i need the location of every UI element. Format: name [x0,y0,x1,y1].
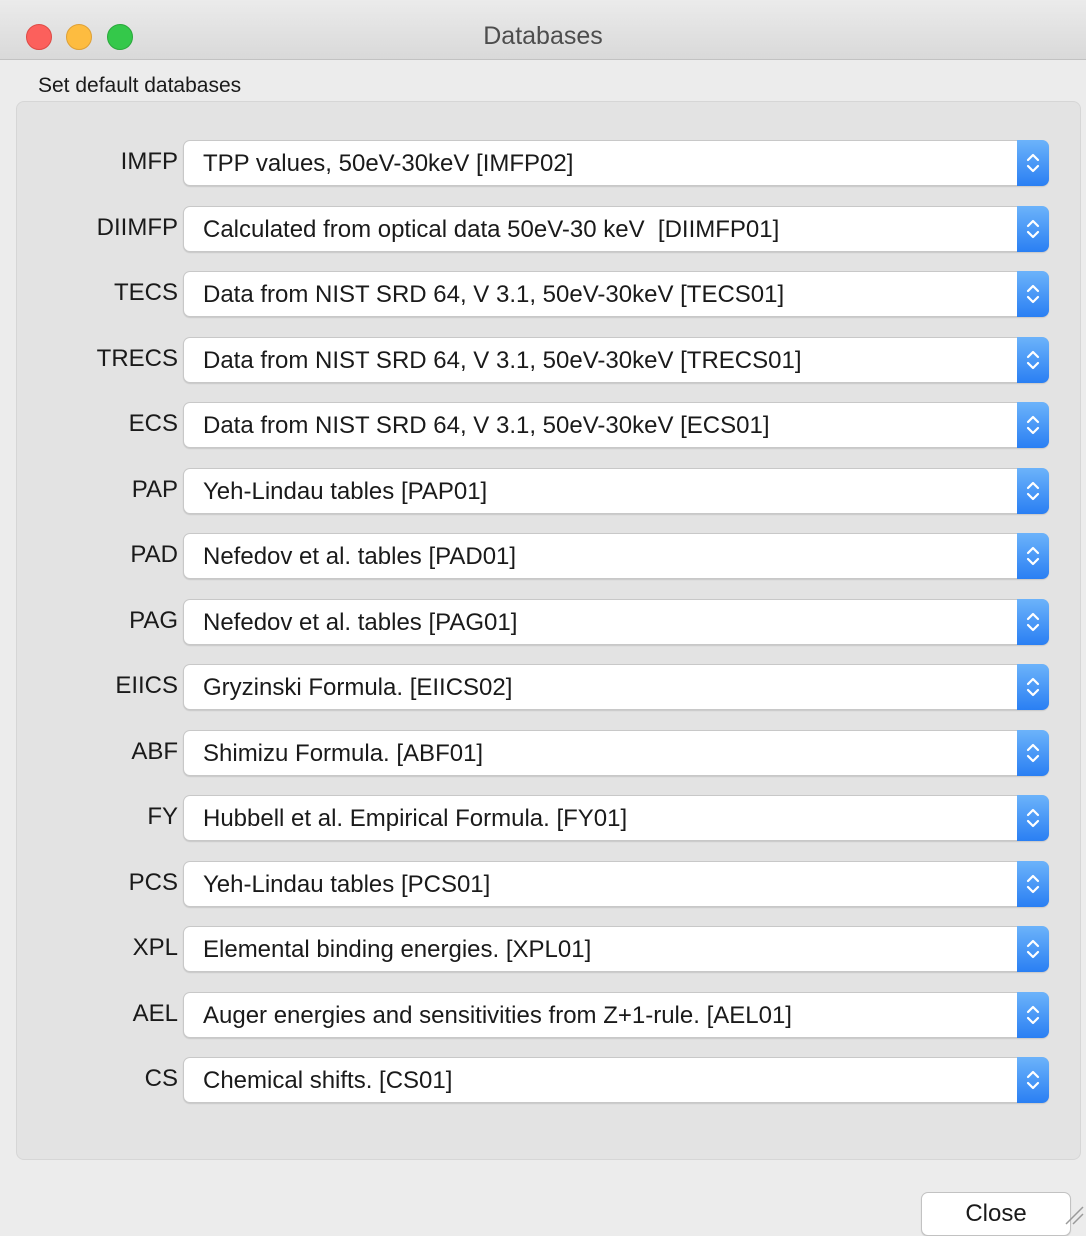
database-select[interactable]: Data from NIST SRD 64, V 3.1, 50eV-30keV… [183,402,1049,448]
database-label: IMFP [120,148,178,175]
title-bar[interactable]: Databases [0,0,1086,60]
updown-chevron-icon[interactable] [1017,337,1049,383]
database-row: ABF Shimizu Formula. [ABF01] [17,730,1082,778]
database-select-value: TPP values, 50eV-30keV [IMFP02] [203,150,574,177]
database-select-value: Data from NIST SRD 64, V 3.1, 50eV-30keV… [203,281,785,308]
database-select-value: Data from NIST SRD 64, V 3.1, 50eV-30keV… [203,412,770,439]
database-row: TRECS Data from NIST SRD 64, V 3.1, 50eV-… [17,337,1082,385]
database-row: PAG Nefedov et al. tables [PAG01] [17,599,1082,647]
database-row: FY Hubbell et al. Empirical Formula. [FY0… [17,795,1082,843]
database-label: ABF [131,738,178,765]
database-row: EIICS Gryzinski Formula. [EIICS02] [17,664,1082,712]
database-select[interactable]: Data from NIST SRD 64, V 3.1, 50eV-30keV… [183,337,1049,383]
database-select[interactable]: Auger energies and sensitivities from Z+… [183,992,1049,1038]
database-label: TRECS [96,345,178,372]
database-select[interactable]: TPP values, 50eV-30keV [IMFP02] [183,140,1049,186]
database-label: AEL [132,1000,178,1027]
database-label: EIICS [115,672,178,699]
updown-chevron-icon[interactable] [1017,402,1049,448]
database-label: ECS [128,410,178,437]
database-select-value: Nefedov et al. tables [PAG01] [203,609,518,636]
updown-chevron-icon[interactable] [1017,730,1049,776]
database-label: DIIMFP [96,214,178,241]
database-select-value: Data from NIST SRD 64, V 3.1, 50eV-30keV… [203,347,802,374]
updown-chevron-icon[interactable] [1017,140,1049,186]
updown-chevron-icon[interactable] [1017,271,1049,317]
database-select-value: Gryzinski Formula. [EIICS02] [203,674,513,701]
database-select-value: Elemental binding energies. [XPL01] [203,936,592,963]
database-select[interactable]: Data from NIST SRD 64, V 3.1, 50eV-30keV… [183,271,1049,317]
updown-chevron-icon[interactable] [1017,664,1049,710]
database-select-value: Yeh-Lindau tables [PCS01] [203,871,491,898]
database-label: PCS [128,869,178,896]
database-label: TECS [113,279,178,306]
database-row: DIIMFP Calculated from optical data 50eV-… [17,206,1082,254]
database-select[interactable]: Shimizu Formula. [ABF01] [183,730,1049,776]
updown-chevron-icon[interactable] [1017,599,1049,645]
database-select-value: Hubbell et al. Empirical Formula. [FY01] [203,805,628,832]
database-label: PAG [129,607,178,634]
database-select[interactable]: Yeh-Lindau tables [PAP01] [183,468,1049,514]
database-row: CS Chemical shifts. [CS01] [17,1057,1082,1105]
database-select[interactable]: Yeh-Lindau tables [PCS01] [183,861,1049,907]
updown-chevron-icon[interactable] [1017,1057,1049,1103]
database-row: PAD Nefedov et al. tables [PAD01] [17,533,1082,581]
updown-chevron-icon[interactable] [1017,992,1049,1038]
database-select[interactable]: Nefedov et al. tables [PAG01] [183,599,1049,645]
database-select-value: Shimizu Formula. [ABF01] [203,740,484,767]
database-row: PAP Yeh-Lindau tables [PAP01] [17,468,1082,516]
database-row: AEL Auger energies and sensitivities from… [17,992,1082,1040]
database-select-value: Auger energies and sensitivities from Z+… [203,1002,792,1029]
database-select-value: Yeh-Lindau tables [PAP01] [203,478,488,505]
database-row: PCS Yeh-Lindau tables [PCS01] [17,861,1082,909]
close-button[interactable]: Close [921,1192,1071,1236]
updown-chevron-icon[interactable] [1017,206,1049,252]
database-select[interactable]: Calculated from optical data 50eV-30 keV… [183,206,1049,252]
updown-chevron-icon[interactable] [1017,468,1049,514]
database-select-value: Chemical shifts. [CS01] [203,1067,453,1094]
database-row: IMFP TPP values, 50eV-30keV [IMFP02] [17,140,1082,188]
database-label: PAP [131,476,178,503]
database-select-value: Calculated from optical data 50eV-30 keV… [203,216,780,243]
updown-chevron-icon[interactable] [1017,533,1049,579]
updown-chevron-icon[interactable] [1017,795,1049,841]
database-label: FY [147,803,178,830]
database-row: TECS Data from NIST SRD 64, V 3.1, 50eV-3… [17,271,1082,319]
databases-window: Databases Set default databases IMFP TPP … [0,0,1086,1236]
window-title: Databases [483,22,603,50]
database-row: ECS Data from NIST SRD 64, V 3.1, 50eV-30… [17,402,1082,450]
database-select[interactable]: Elemental binding energies. [XPL01] [183,926,1049,972]
resize-grip-icon[interactable] [1062,1203,1084,1225]
database-row: XPL Elemental binding energies. [XPL01] [17,926,1082,974]
database-settings-group: IMFP TPP values, 50eV-30keV [IMFP02] DIIMF… [16,101,1081,1160]
database-select[interactable]: Chemical shifts. [CS01] [183,1057,1049,1103]
database-select[interactable]: Hubbell et al. Empirical Formula. [FY01] [183,795,1049,841]
database-select[interactable]: Nefedov et al. tables [PAD01] [183,533,1049,579]
updown-chevron-icon[interactable] [1017,861,1049,907]
database-label: PAD [130,541,178,568]
updown-chevron-icon[interactable] [1017,926,1049,972]
database-select[interactable]: Gryzinski Formula. [EIICS02] [183,664,1049,710]
database-label: XPL [132,934,178,961]
database-select-value: Nefedov et al. tables [PAD01] [203,543,517,570]
group-label: Set default databases [38,74,242,97]
database-label: CS [144,1065,178,1092]
